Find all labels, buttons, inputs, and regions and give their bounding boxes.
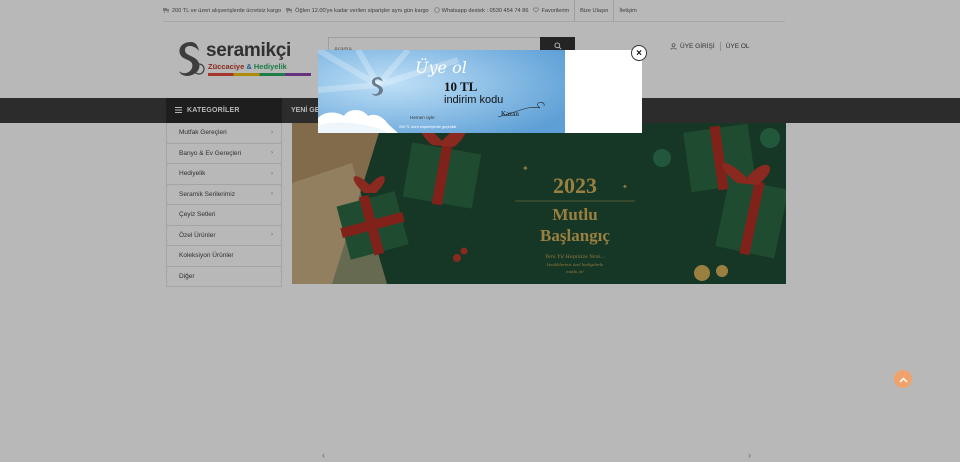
scroll-top-button[interactable] xyxy=(894,370,912,388)
signup-popup: Üye ol 10 TL indirim kodu Kazan Hemen üy… xyxy=(318,50,642,133)
popup-fine-print: 200 TL üzeri alışverişlerde geçerlidir xyxy=(399,125,457,129)
popup-code-text: indirim kodu xyxy=(444,94,504,106)
popup-win-text: Kazan xyxy=(501,110,519,118)
close-icon: × xyxy=(636,47,642,59)
slider-prev-button[interactable]: ‹ xyxy=(322,450,325,460)
popup-title: Üye ol xyxy=(415,58,467,77)
popup-join-now: Hemen üyle xyxy=(410,115,435,120)
chevron-up-icon xyxy=(898,370,908,388)
signup-promo-image[interactable]: Üye ol 10 TL indirim kodu Kazan Hemen üy… xyxy=(318,50,565,133)
close-popup-button[interactable]: × xyxy=(631,45,647,61)
popup-amount: 10 TL xyxy=(444,79,478,94)
slider-next-button[interactable]: › xyxy=(748,450,751,460)
